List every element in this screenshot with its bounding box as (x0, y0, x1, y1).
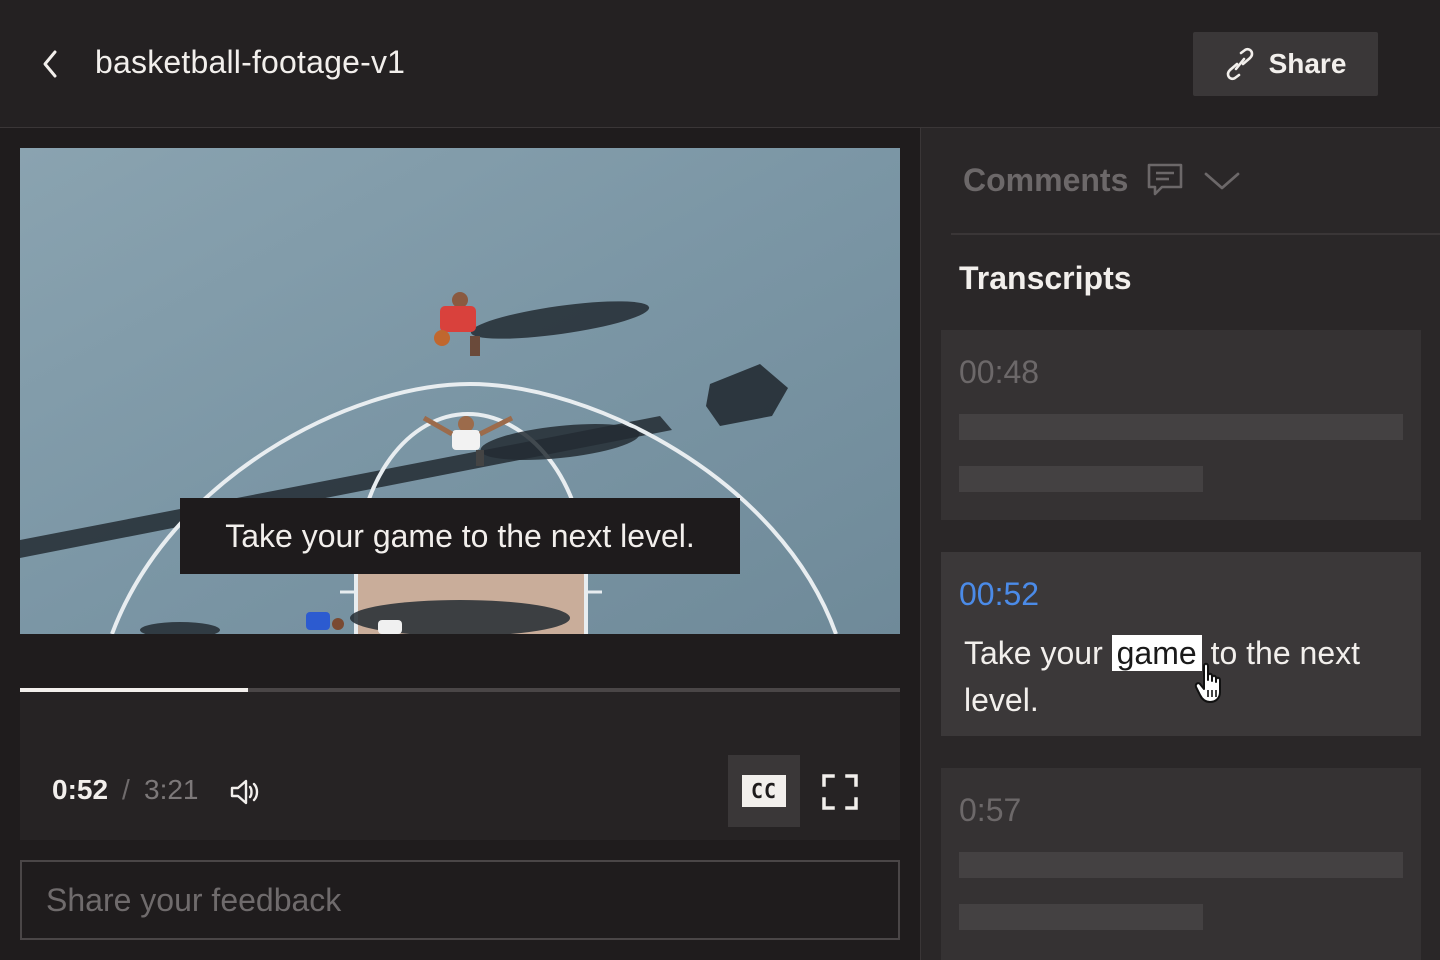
text-placeholder (959, 852, 1403, 878)
player-panel: Take your game to the next level. 0:52 /… (0, 128, 920, 960)
comments-label: Comments (963, 161, 1129, 198)
link-icon (1226, 47, 1253, 81)
text-placeholder (959, 414, 1403, 440)
divider (951, 233, 1440, 235)
transcript-text[interactable]: Take your game to the next level. (964, 630, 1404, 724)
fullscreen-icon (822, 774, 858, 810)
transcript-card-active[interactable]: 00:52 Take your game to the next level. (941, 552, 1421, 736)
chevron-down-icon (1204, 172, 1240, 190)
sidebar: Comments Transcripts 00:48 00:52 Take yo… (920, 128, 1440, 960)
video-letterbox (20, 634, 900, 688)
transcripts-heading: Transcripts (959, 260, 1132, 296)
text-placeholder (959, 466, 1203, 492)
volume-icon (230, 779, 259, 805)
transcript-text-before: Take your (964, 635, 1112, 671)
comment-icon (1148, 163, 1183, 196)
current-time: 0:52 (52, 774, 109, 805)
chevron-left-icon (43, 50, 57, 78)
share-button[interactable]: Share (1193, 32, 1378, 96)
volume-button[interactable] (224, 772, 264, 812)
total-time: 3:21 (144, 774, 199, 805)
feedback-field[interactable] (20, 860, 900, 940)
cc-icon: CC (742, 775, 786, 807)
text-placeholder (959, 904, 1203, 930)
time-separator: / (122, 774, 130, 805)
highlighted-word[interactable]: game (1111, 635, 1202, 671)
back-button[interactable] (30, 44, 70, 84)
closed-captions-button[interactable]: CC (728, 755, 800, 827)
fullscreen-button[interactable] (820, 772, 860, 812)
transcript-card[interactable]: 00:48 (941, 330, 1421, 520)
top-bar: basketball-footage-v1 Share (0, 0, 1440, 128)
transcript-timestamp: 00:52 (959, 576, 1040, 612)
file-title: basketball-footage-v1 (95, 44, 406, 80)
transcript-timestamp: 0:57 (959, 792, 1022, 828)
player-controls: 0:52 / 3:21 CC (20, 692, 900, 840)
video-frame[interactable]: Take your game to the next level. (20, 148, 900, 634)
share-label: Share (1268, 48, 1347, 79)
transcript-card[interactable]: 0:57 (941, 768, 1421, 960)
transcript-timestamp: 00:48 (959, 354, 1040, 390)
feedback-input[interactable] (22, 862, 898, 938)
comments-dropdown[interactable]: Comments (963, 156, 1242, 204)
video-caption: Take your game to the next level. (180, 498, 740, 574)
